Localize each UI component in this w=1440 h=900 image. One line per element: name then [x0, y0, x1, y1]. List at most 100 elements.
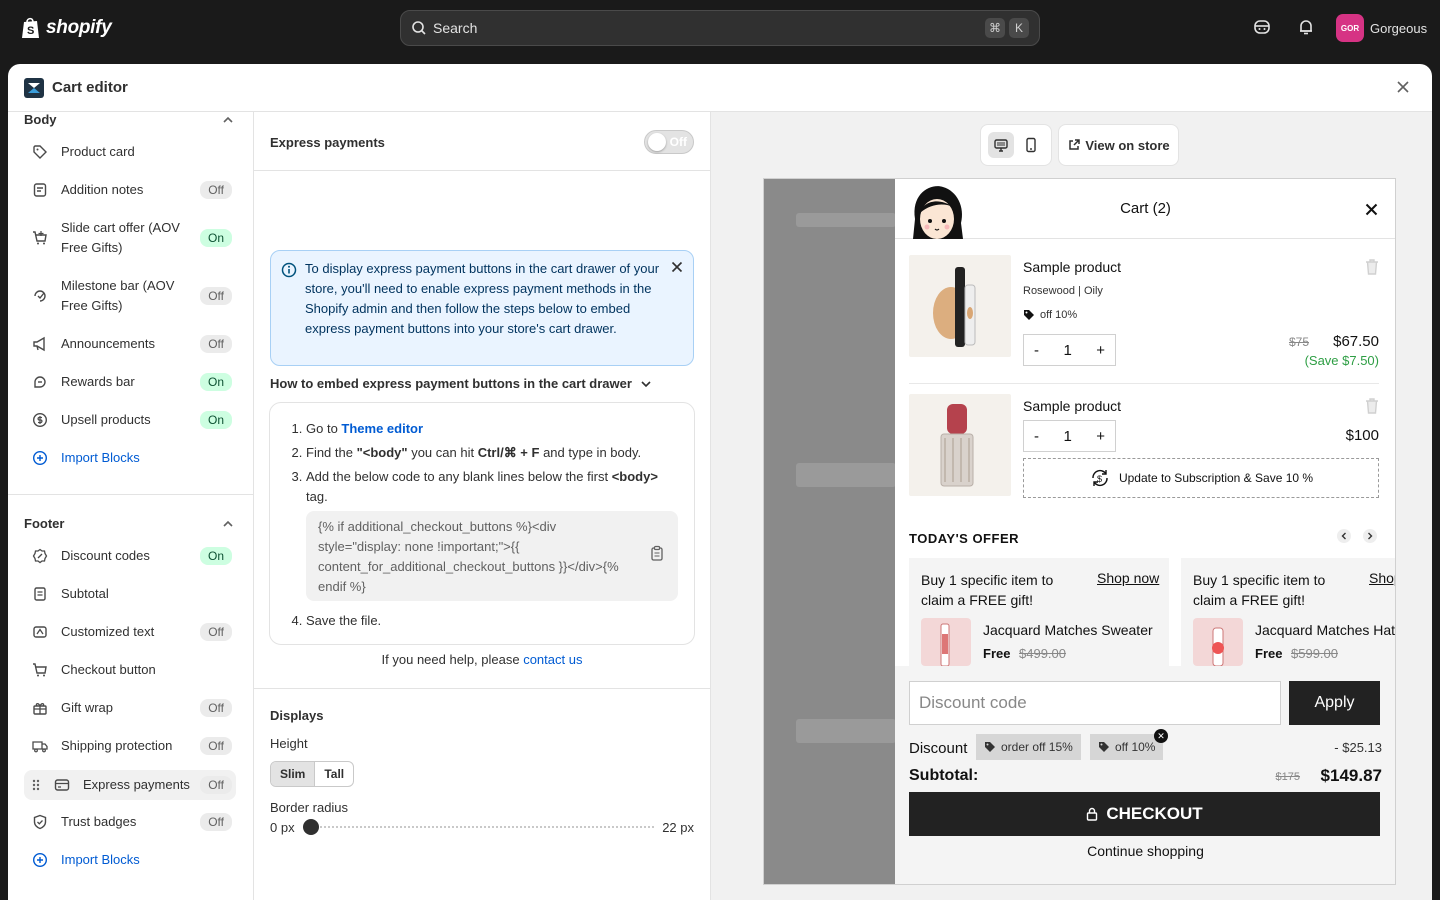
- product-name[interactable]: Sample product: [1023, 398, 1121, 414]
- sidebar-item-addition-notes[interactable]: Addition notes Off: [24, 176, 236, 204]
- sidebar-item-express-payments[interactable]: Express payments Off: [24, 770, 236, 800]
- sidebar-item-customized-text[interactable]: Customized text Off: [24, 618, 236, 646]
- import-blocks-button[interactable]: Import Blocks: [24, 444, 236, 472]
- preview-pane: View on store Cart (2) Sample product Ro…: [711, 112, 1432, 900]
- step-code: <body>: [611, 469, 658, 484]
- remove-discount-icon[interactable]: ✕: [1154, 729, 1168, 743]
- height-option-slim[interactable]: Slim: [271, 762, 316, 786]
- subscription-upgrade-button[interactable]: $ Update to Subscription & Save 10 %: [1023, 458, 1379, 498]
- chevron-left-icon[interactable]: [1337, 529, 1351, 543]
- svg-text:S: S: [27, 25, 34, 37]
- step-1: Go to Theme editor: [306, 419, 678, 439]
- discount-tag-label: order off 15%: [1001, 740, 1073, 754]
- offer-original-price: $599.00: [1291, 646, 1338, 661]
- section-divider: [8, 494, 254, 495]
- sidebar-item-gift-wrap[interactable]: Gift wrap Off: [24, 694, 236, 722]
- theme-editor-link[interactable]: Theme editor: [341, 421, 423, 436]
- view-on-store-button[interactable]: View on store: [1058, 124, 1179, 166]
- product-name[interactable]: Sample product: [1023, 259, 1121, 275]
- sidebar-item-discount-codes[interactable]: Discount codes On: [24, 542, 236, 570]
- trash-icon[interactable]: [1365, 259, 1379, 275]
- card-icon: [54, 779, 70, 791]
- sidebar-item-subtotal[interactable]: Subtotal: [24, 580, 236, 608]
- desktop-icon[interactable]: [988, 132, 1014, 158]
- close-icon[interactable]: [1396, 80, 1410, 94]
- cart-line-item: Sample product - 1 + $100 $ Update to Su…: [909, 394, 1379, 506]
- search-bar[interactable]: Search ⌘ K: [400, 10, 1040, 46]
- store-menu[interactable]: GOR Gorgeous: [1336, 14, 1427, 42]
- decrease-button[interactable]: -: [1034, 342, 1039, 359]
- increase-button[interactable]: +: [1096, 428, 1105, 445]
- shopify-logo[interactable]: S shopify: [20, 16, 112, 40]
- footer-section-header[interactable]: Footer: [24, 516, 234, 531]
- import-blocks-button[interactable]: Import Blocks: [24, 846, 236, 874]
- radius-min: 0 px: [270, 820, 295, 835]
- cart-drawer: Cart (2) Sample product Rosewood | Oily …: [895, 179, 1396, 884]
- offer-product-image: [1193, 618, 1243, 666]
- tag-icon: [1024, 310, 1034, 320]
- status-badge: On: [199, 547, 232, 565]
- shield-icon: [33, 814, 47, 830]
- continue-shopping-link[interactable]: Continue shopping: [895, 843, 1395, 859]
- cart-drawer-header: Cart (2): [895, 179, 1395, 239]
- quantity-value[interactable]: 1: [1063, 342, 1071, 359]
- shop-now-link[interactable]: Shop now: [1369, 570, 1395, 586]
- sidebar-item-upsell-products[interactable]: Upsell products On: [24, 406, 236, 434]
- close-icon[interactable]: [1365, 203, 1378, 216]
- tag-icon: [1099, 742, 1109, 752]
- quantity-value[interactable]: 1: [1063, 428, 1071, 445]
- chevron-right-icon[interactable]: [1363, 529, 1377, 543]
- discount-code-input[interactable]: Discount code: [909, 681, 1281, 725]
- sidebar-item-milestone-bar[interactable]: Milestone bar (AOV Free Gifts) Off: [24, 274, 236, 318]
- code-snippet[interactable]: {% if additional_checkout_buttons %}<div…: [306, 511, 678, 601]
- express-payments-toggle[interactable]: Off: [644, 130, 694, 154]
- slider-thumb[interactable]: [302, 818, 319, 835]
- copy-icon[interactable]: [650, 545, 664, 561]
- sidebar-item-checkout-button[interactable]: Checkout button: [24, 656, 236, 684]
- sidebar-item-trust-badges[interactable]: Trust badges Off: [24, 808, 236, 836]
- howto-toggle[interactable]: How to embed express payment buttons in …: [270, 376, 652, 391]
- checkout-button[interactable]: CHECKOUT: [909, 792, 1380, 836]
- step-text: Go to: [306, 421, 342, 436]
- increase-button[interactable]: +: [1096, 342, 1105, 359]
- decrease-button[interactable]: -: [1034, 428, 1039, 445]
- tag-icon: [985, 742, 995, 752]
- shop-now-link[interactable]: Shop now: [1097, 570, 1159, 586]
- mobile-icon[interactable]: [1018, 132, 1044, 158]
- status-badge: Off: [200, 813, 232, 831]
- product-image[interactable]: [909, 394, 1011, 496]
- dismiss-icon[interactable]: [671, 261, 683, 273]
- divider: [254, 170, 710, 171]
- megaphone-icon: [33, 336, 45, 352]
- subtotal-label: Subtotal:: [909, 767, 979, 784]
- contact-us-link[interactable]: contact us: [523, 652, 582, 667]
- height-option-tall[interactable]: Tall: [315, 762, 353, 786]
- sidekick-icon[interactable]: [1253, 18, 1271, 36]
- apply-button[interactable]: Apply: [1289, 681, 1380, 725]
- slider-track[interactable]: [302, 818, 655, 835]
- offer-product-name: Jacquard Matches Hat: [1255, 622, 1396, 638]
- shortcut-key-cmd: ⌘: [985, 18, 1005, 38]
- drag-handle-icon[interactable]: [32, 779, 42, 791]
- sidebar-item-rewards-bar[interactable]: Rewards bar On: [24, 368, 236, 396]
- sidebar-item-shipping-protection[interactable]: Shipping protection Off: [24, 732, 236, 760]
- body-section-header[interactable]: Body: [24, 112, 234, 127]
- reward-icon: [34, 376, 46, 388]
- sidebar-item-slide-cart-offer[interactable]: Slide cart offer (AOV Free Gifts) On: [24, 216, 236, 260]
- cart-plus-icon: [33, 231, 47, 245]
- sidebar-item-announcements[interactable]: Announcements Off: [24, 330, 236, 358]
- discount-tag: off 10%: [1090, 734, 1164, 760]
- bell-icon[interactable]: [1297, 18, 1315, 36]
- product-image[interactable]: [909, 255, 1011, 357]
- status-badge: Off: [200, 699, 232, 717]
- step-text: you can hit: [407, 445, 478, 460]
- status-badge: On: [199, 411, 232, 429]
- sidebar-item-label: Milestone bar (AOV Free Gifts): [61, 278, 175, 313]
- instructions-card: Go to Theme editor Find the "<body" you …: [269, 402, 695, 645]
- trash-icon[interactable]: [1365, 398, 1379, 414]
- sidebar-item-label: Customized text: [61, 624, 155, 639]
- step-text: tag.: [306, 489, 328, 504]
- external-link-icon: [1069, 139, 1081, 150]
- sidebar-item-label: Shipping protection: [61, 738, 173, 753]
- sidebar-item-product-card[interactable]: Product card: [24, 138, 236, 166]
